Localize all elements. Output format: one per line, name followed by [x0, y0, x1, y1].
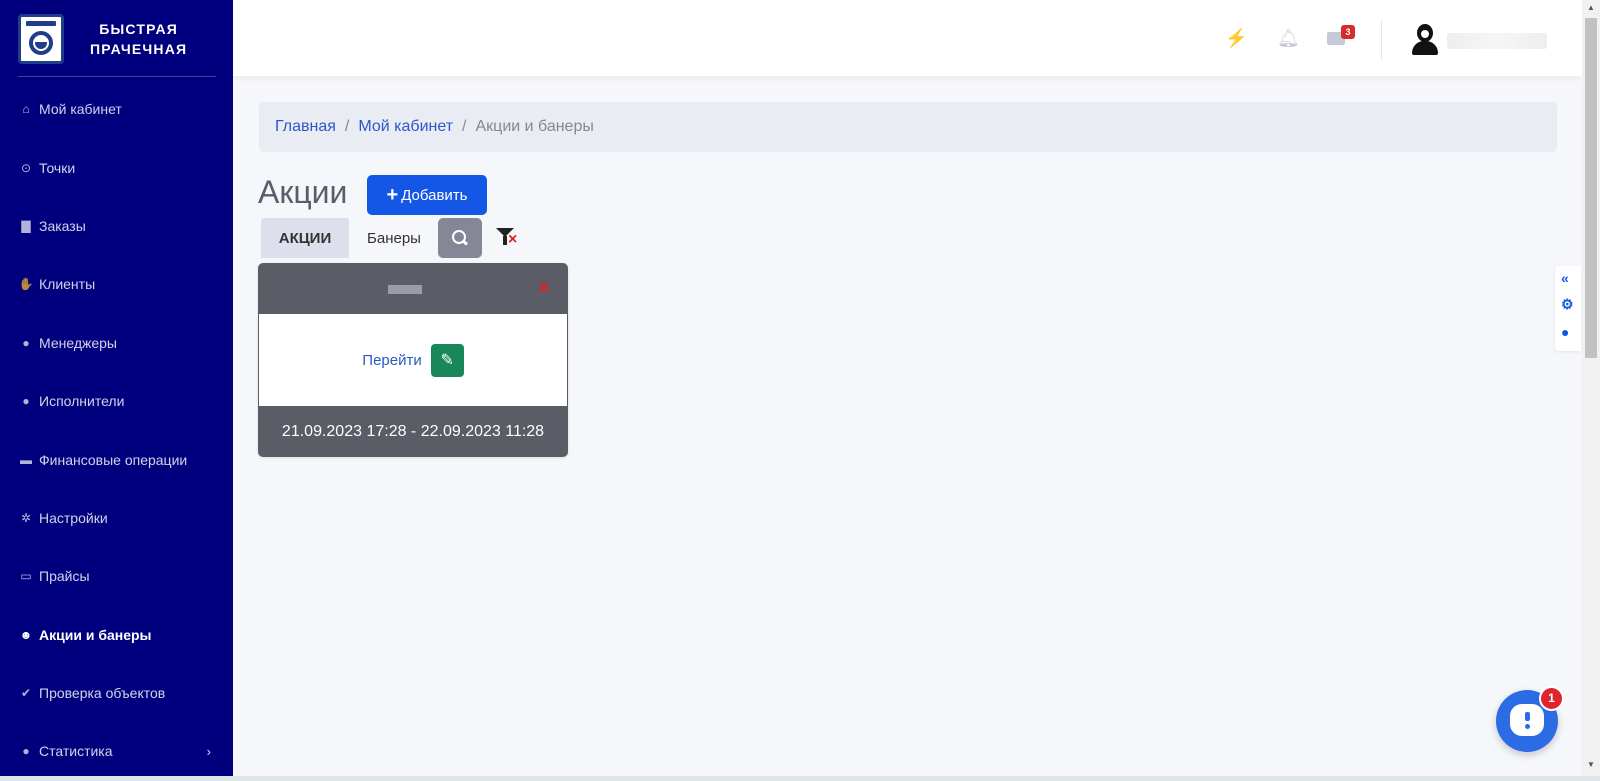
sidebar-item-points[interactable]: ⊙ Точки [0, 138, 233, 196]
side-tools-panel: « ⚙ ● [1555, 266, 1581, 351]
breadcrumb-home[interactable]: Главная [275, 118, 336, 136]
sidebar: БЫСТРАЯ ПРАЧЕЧНАЯ ⌂ Мой кабинет ⊙ Точки … [0, 0, 233, 776]
breadcrumb-cabinet[interactable]: Мой кабинет [358, 118, 453, 136]
breadcrumb-current: Акции и банеры [475, 118, 594, 135]
brand-line-1: БЫСТРАЯ [99, 21, 179, 37]
tab-actions[interactable]: АКЦИИ [261, 218, 349, 258]
search-icon [452, 230, 469, 246]
chevron-right-icon: › [206, 743, 211, 759]
topbar-divider [1381, 20, 1382, 60]
sidebar-item-prices[interactable]: ▭ Прайсы [0, 547, 233, 605]
sidebar-item-label: Акции и банеры [39, 626, 152, 643]
sidebar-item-settings[interactable]: ✲ Настройки [0, 489, 233, 547]
sidebar-nav: ⌂ Мой кабинет ⊙ Точки ▇ Заказы ✋ Клиенты… [0, 80, 233, 781]
breadcrumb: Главная / Мой кабинет / Акции и банеры [259, 102, 1557, 152]
close-icon[interactable]: × [538, 277, 550, 300]
sidebar-item-managers[interactable]: ● Менеджеры [0, 314, 233, 372]
page-title: Акции [258, 174, 348, 210]
sidebar-item-finance[interactable]: ▬ Финансовые операции [0, 430, 233, 488]
lightbulb-icon: ● [22, 744, 30, 759]
go-link[interactable]: Перейти [362, 352, 421, 369]
brand-title: БЫСТРАЯ ПРАЧЕЧНАЯ [90, 19, 187, 59]
home-icon: ⌂ [22, 102, 30, 117]
scroll-thumb[interactable] [1585, 18, 1597, 358]
chat-icon [1510, 704, 1544, 736]
search-button[interactable] [438, 218, 482, 258]
washing-machine-icon [18, 14, 64, 64]
sidebar-item-object-check[interactable]: ✔ Проверка объектов [0, 664, 233, 722]
money-bill-icon: ▭ [20, 569, 32, 584]
sidebar-item-statistics[interactable]: ● Статистика › [0, 722, 233, 780]
handshake-icon: ✋ [18, 277, 34, 292]
add-button-label: Добавить [401, 186, 468, 204]
sidebar-item-label: Исполнители [39, 393, 125, 410]
users-icon: ● [22, 394, 30, 409]
check-circle-icon: ✔ [20, 686, 32, 701]
sidebar-item-label: Заказы [39, 217, 86, 234]
card-header: × [258, 263, 568, 314]
scroll-up-icon[interactable]: ▲ [1582, 3, 1600, 12]
bell-icon[interactable]: 🔔︎ [1277, 28, 1300, 49]
sidebar-item-label: Финансовые операции [39, 451, 188, 468]
sidebar-item-label: Статистика [39, 743, 113, 760]
sidebar-item-label: Точки [39, 159, 76, 176]
dot-circle-icon: ⊙ [20, 160, 32, 175]
gear-icon: ✲ [20, 510, 32, 525]
promotion-card: × Перейти ✎ 21.09.2023 17:28 - 22.09.202… [258, 263, 568, 457]
sidebar-item-label: Мой кабинет [39, 101, 122, 118]
users-icon[interactable]: ● [1561, 324, 1569, 340]
scroll-down-icon[interactable]: ▼ [1582, 760, 1600, 769]
sidebar-item-label: Клиенты [39, 276, 96, 293]
shopping-bag-icon: ▇ [21, 218, 31, 233]
chat-unread-badge: 1 [1539, 686, 1564, 711]
sidebar-divider [18, 76, 216, 77]
sidebar-item-label: Менеджеры [39, 334, 117, 351]
money-bill-icon: ▬ [20, 452, 32, 467]
breadcrumb-separator: / [344, 118, 350, 135]
sidebar-item-label: Проверка объектов [39, 685, 166, 702]
brand[interactable]: БЫСТРАЯ ПРАЧЕЧНАЯ [18, 14, 218, 64]
pencil-icon: ✎ [440, 352, 454, 369]
breadcrumb-separator: / [462, 118, 467, 135]
sidebar-item-label: Настройки [39, 509, 108, 526]
edit-button[interactable]: ✎ [430, 343, 464, 377]
tab-banners[interactable]: Банеры [350, 218, 438, 258]
username-redacted[interactable] [1447, 33, 1547, 49]
sidebar-item-cabinet[interactable]: ⌂ Мой кабинет [0, 80, 233, 138]
plus-icon: + [386, 183, 399, 206]
bottom-border [0, 776, 1600, 781]
user-avatar-icon[interactable] [1411, 24, 1439, 56]
smile-icon: ☻ [19, 627, 33, 642]
clear-filter-icon[interactable]: × [496, 228, 522, 252]
double-chevron-left-icon[interactable]: « [1561, 270, 1569, 286]
sidebar-item-promotions[interactable]: ☻ Акции и банеры [0, 606, 233, 664]
card-title-redacted [388, 285, 422, 294]
users-icon: ● [22, 335, 30, 350]
card-body: Перейти ✎ [258, 314, 568, 406]
topbar: ⚡ 🔔︎ 3 [233, 0, 1582, 76]
brand-line-2: ПРАЧЕЧНАЯ [90, 41, 188, 57]
gears-icon[interactable]: ⚙ [1561, 296, 1574, 313]
mail-count-badge: 3 [1341, 25, 1355, 39]
add-button[interactable]: + Добавить [367, 175, 487, 215]
scrollbar[interactable]: ▲ ▼ [1582, 0, 1600, 776]
sidebar-item-clients[interactable]: ✋ Клиенты [0, 255, 233, 313]
sidebar-item-orders[interactable]: ▇ Заказы [0, 197, 233, 255]
card-date-range: 21.09.2023 17:28 - 22.09.2023 11:28 [258, 406, 568, 457]
sidebar-item-performers[interactable]: ● Исполнители [0, 372, 233, 430]
sidebar-item-label: Прайсы [39, 568, 90, 585]
bolt-icon[interactable]: ⚡ [1225, 28, 1247, 49]
